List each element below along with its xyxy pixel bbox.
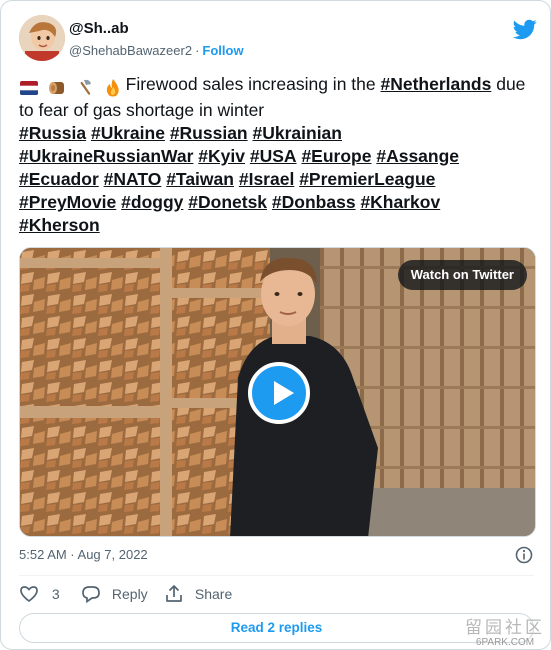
tweet-header: @Sh..ab @ShehabBawazeer2 · Follow	[19, 15, 539, 65]
hashtag[interactable]: #Kyiv	[198, 146, 245, 166]
watch-on-twitter-button[interactable]: Watch on Twitter	[397, 260, 527, 290]
reply-label: Reply	[111, 586, 148, 602]
tweet-card: @Sh..ab @ShehabBawazeer2 · Follow Firewo…	[0, 0, 551, 650]
play-button[interactable]	[248, 362, 310, 424]
hashtag[interactable]: #NATO	[104, 169, 162, 189]
hashtag[interactable]: #Assange	[376, 146, 459, 166]
hashtag[interactable]: #Kherson	[19, 215, 100, 235]
follow-button[interactable]: Follow	[202, 43, 243, 58]
tweet-lead-text: Firewood sales increasing in the	[125, 74, 381, 94]
like-count: 3	[51, 586, 60, 602]
avatar[interactable]	[19, 15, 65, 61]
hashtag[interactable]: #PremierLeague	[299, 169, 435, 189]
hashtag[interactable]: #Russia	[19, 123, 86, 143]
hashtag[interactable]: #UkraineRussianWar	[19, 146, 193, 166]
twitter-bird-icon[interactable]	[512, 17, 537, 41]
hashtag[interactable]: #Ukraine	[91, 123, 165, 143]
share-label: Share	[194, 586, 233, 602]
axe-icon	[80, 80, 91, 96]
handle-line: @ShehabBawazeer2 · Follow	[69, 42, 244, 60]
timestamp[interactable]: 5:52 AM · Aug 7, 2022	[19, 547, 148, 563]
hashtag[interactable]: #Ukrainian	[253, 123, 342, 143]
netherlands-flag-icon	[20, 81, 38, 96]
hashtag[interactable]: #Donbass	[272, 192, 356, 212]
site-watermark: 留园社区 6PARK.COM	[465, 618, 545, 649]
hashtag[interactable]: #doggy	[121, 192, 183, 212]
info-icon[interactable]	[515, 546, 533, 564]
divider	[19, 575, 534, 576]
wood-log-icon	[48, 82, 64, 95]
hashtag[interactable]: #Russian	[170, 123, 248, 143]
heart-icon	[20, 586, 38, 603]
hashtag[interactable]: #Ecuador	[19, 169, 99, 189]
fire-icon	[106, 79, 119, 97]
share-button[interactable]: Share	[164, 583, 232, 605]
hashtag[interactable]: #USA	[250, 146, 297, 166]
reply-icon	[82, 586, 100, 604]
emoji-row	[19, 76, 126, 99]
author-names: @Sh..ab @ShehabBawazeer2 · Follow	[69, 19, 244, 60]
hashtag[interactable]: #Donetsk	[188, 192, 267, 212]
video-player[interactable]: Watch on Twitter	[19, 247, 536, 537]
hashtag[interactable]: #Israel	[239, 169, 294, 189]
hashtag[interactable]: #Taiwan	[166, 169, 234, 189]
watermark-site: 6PARK.COM	[475, 637, 535, 648]
hashtag[interactable]: #PreyMovie	[19, 192, 116, 212]
watermark-cn-text: 留园社区	[465, 618, 545, 637]
play-icon	[274, 381, 294, 405]
hashtag[interactable]: #Kharkov	[360, 192, 440, 212]
separator-dot: ·	[195, 43, 200, 58]
share-icon	[166, 585, 182, 602]
read-replies-button[interactable]: Read 2 replies	[19, 613, 534, 643]
hashtag[interactable]: #Europe	[301, 146, 371, 166]
tweet-text: Firewood sales increasing in the #Nether…	[19, 73, 534, 237]
hashtag-netherlands[interactable]: #Netherlands	[380, 74, 491, 94]
like-button[interactable]: 3	[19, 583, 60, 605]
reply-button[interactable]: Reply	[81, 583, 148, 605]
display-name[interactable]: @Sh..ab	[69, 19, 244, 39]
handle[interactable]: @ShehabBawazeer2	[69, 43, 192, 58]
